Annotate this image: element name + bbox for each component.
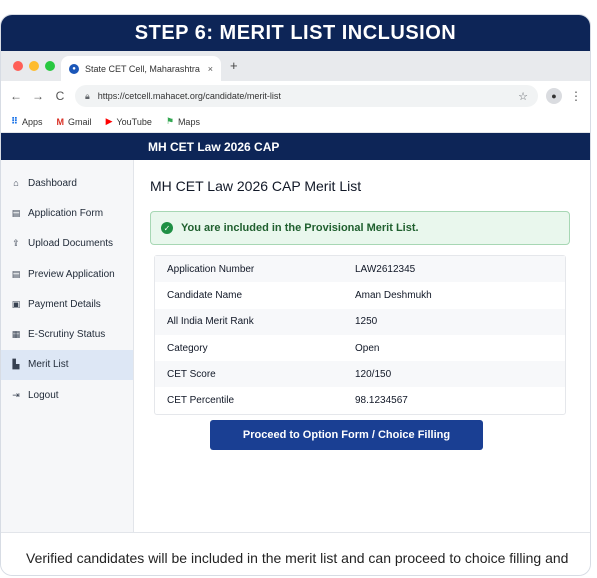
alert-text: You are included in the Provisional Meri… <box>181 222 419 234</box>
payment-icon: ▣ <box>11 298 21 309</box>
sidebar-item-e-scrutiny-status[interactable]: ▦ E-Scrutiny Status <box>1 319 133 349</box>
url-text: https://cetcell.mahacet.org/candidate/me… <box>97 91 281 101</box>
detail-value: 98.1234567 <box>355 395 408 407</box>
table-row: CET Score 120/150 <box>155 361 565 388</box>
table-row: CET Percentile 98.1234567 <box>155 387 565 413</box>
table-row: All India Merit Rank 1250 <box>155 308 565 335</box>
forward-button[interactable]: → <box>31 89 45 103</box>
bookmark-maps[interactable]: ⚑ Maps <box>166 116 200 127</box>
detail-label: Application Number <box>167 263 255 275</box>
success-alert: ✓ You are included in the Provisional Me… <box>150 211 570 245</box>
table-row: Candidate Name Aman Deshmukh <box>155 282 565 308</box>
maximize-window-dot[interactable] <box>45 61 55 71</box>
page-title: MH CET Law 2026 CAP Merit List <box>150 178 362 194</box>
bookmark-label: YouTube <box>116 116 152 127</box>
site-body: ⌂ Dashboard ▤ Application Form ⇪ Upload … <box>1 160 590 532</box>
main-content: MH CET Law 2026 CAP Merit List ✓ You are… <box>134 160 590 532</box>
profile-avatar-icon[interactable]: ● <box>546 88 562 104</box>
detail-label: CET Score <box>167 368 216 380</box>
home-icon: ⌂ <box>13 178 19 189</box>
bookmark-star-icon[interactable]: ☆ <box>518 90 528 103</box>
close-window-dot[interactable] <box>13 61 23 71</box>
browser-menu-icon[interactable]: ⋮ <box>570 89 582 103</box>
sidebar-item-label: Payment Details <box>28 298 101 310</box>
sidebar: ⌂ Dashboard ▤ Application Form ⇪ Upload … <box>1 160 134 532</box>
detail-value: LAW2612345 <box>355 263 416 275</box>
detail-value: 1250 <box>355 316 378 328</box>
sidebar-item-merit-list[interactable]: ▙ Merit List <box>1 349 133 381</box>
tab-title: State CET Cell, Maharashtra <box>85 63 200 74</box>
sidebar-item-application-form[interactable]: ▤ Application Form <box>1 198 133 228</box>
url-field[interactable]: 🔒︎ https://cetcell.mahacet.org/candidate… <box>75 85 538 107</box>
sidebar-item-label: Application Form <box>28 207 104 219</box>
sidebar-item-label: Dashboard <box>28 177 77 189</box>
merit-list-icon: ▙ <box>12 359 20 370</box>
bookmark-gmail[interactable]: M Gmail <box>57 117 92 127</box>
bookmark-label: Apps <box>22 116 43 127</box>
sidebar-item-label: Merit List <box>28 359 69 371</box>
lock-icon: 🔒︎ <box>85 90 90 101</box>
youtube-icon: ▶ <box>105 116 113 126</box>
merit-details-table: Application Number LAW2612345 Candidate … <box>154 255 566 415</box>
tutorial-card: STEP 6: MERIT LIST INCLUSION ● State CET… <box>0 14 591 576</box>
detail-value: Aman Deshmukh <box>355 289 432 301</box>
bookmark-label: Maps <box>177 116 200 127</box>
logout-icon: ⇥ <box>12 389 20 400</box>
bookmark-label: Gmail <box>68 116 92 127</box>
bookmark-apps[interactable]: ⠿ Apps <box>11 116 43 127</box>
detail-value: 120/150 <box>355 368 392 380</box>
scrutiny-icon: ▦ <box>11 329 21 340</box>
gmail-icon: M <box>56 116 65 127</box>
upload-icon: ⇪ <box>12 238 20 249</box>
sidebar-item-logout[interactable]: ⇥ Logout <box>1 380 133 410</box>
tab-close-icon[interactable]: × <box>208 64 213 74</box>
table-row: Application Number LAW2612345 <box>155 256 565 283</box>
site-header: MH CET Law 2026 CAP <box>1 133 590 160</box>
site-favicon-icon: ● <box>69 63 79 74</box>
detail-label: Category <box>167 342 208 354</box>
detail-label: Candidate Name <box>167 289 243 301</box>
sidebar-item-label: Logout <box>28 389 59 401</box>
browser-tab-strip: ● State CET Cell, Maharashtra × + <box>1 51 590 81</box>
detail-value: Open <box>355 342 380 354</box>
form-icon: ▤ <box>11 207 21 218</box>
table-row: Category Open <box>155 335 565 361</box>
detail-label: CET Percentile <box>167 395 235 407</box>
minimize-window-dot[interactable] <box>29 61 39 71</box>
window-controls <box>13 61 55 71</box>
apps-icon: ⠿ <box>11 116 19 126</box>
sidebar-item-label: Preview Application <box>28 268 115 280</box>
maps-icon: ⚑ <box>165 116 174 126</box>
proceed-choice-filling-button[interactable]: Proceed to Option Form / Choice Filling <box>210 420 483 450</box>
detail-label: All India Merit Rank <box>167 316 254 328</box>
sidebar-item-label: Upload Documents <box>28 238 114 250</box>
sidebar-item-payment-details[interactable]: ▣ Payment Details <box>1 289 133 319</box>
reload-button[interactable]: C <box>53 89 67 103</box>
bookmark-youtube[interactable]: ▶ YouTube <box>106 116 152 127</box>
address-bar-row: ← → C 🔒︎ https://cetcell.mahacet.org/can… <box>1 81 590 111</box>
caption-footer: Verified candidates will be included in … <box>1 532 590 575</box>
sidebar-item-preview-application[interactable]: ▤ Preview Application <box>1 259 133 289</box>
check-circle-icon: ✓ <box>161 222 173 234</box>
browser-tab[interactable]: ● State CET Cell, Maharashtra × <box>61 56 221 81</box>
bookmarks-bar: ⠿ Apps M Gmail ▶ YouTube ⚑ Maps <box>1 111 590 133</box>
back-button[interactable]: ← <box>9 89 23 103</box>
step-banner: STEP 6: MERIT LIST INCLUSION <box>1 15 590 51</box>
preview-icon: ▤ <box>11 268 21 279</box>
sidebar-item-label: E-Scrutiny Status <box>28 329 106 341</box>
new-tab-button[interactable]: + <box>230 58 238 73</box>
sidebar-item-upload-documents[interactable]: ⇪ Upload Documents <box>1 229 133 259</box>
sidebar-item-dashboard[interactable]: ⌂ Dashboard <box>1 168 133 198</box>
